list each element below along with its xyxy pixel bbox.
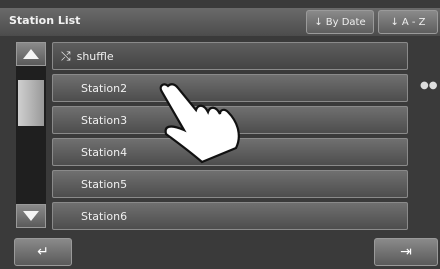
exit-button[interactable]: ⇥	[374, 238, 438, 266]
scroll-up-button[interactable]	[16, 42, 46, 66]
scrollbar-track[interactable]	[16, 42, 46, 228]
station-label: Station2	[81, 81, 128, 95]
station-label: Station4	[81, 145, 128, 159]
triangle-up-icon	[23, 49, 39, 59]
page-title: Station List	[9, 14, 81, 27]
down-arrow-icon: ↓	[314, 16, 323, 28]
sort-by-date-label: By Date	[325, 16, 366, 28]
sort-a-z-label: A - Z	[401, 16, 426, 28]
station-label: Station5	[81, 177, 128, 191]
down-arrow-icon: ↓	[390, 16, 399, 28]
shuffle-icon: ⤭	[61, 48, 71, 63]
return-arrow-icon: ↵	[37, 244, 49, 260]
station-label: Station6	[81, 209, 128, 223]
title-bar: Station List ↓ By Date ↓ A - Z	[0, 8, 440, 36]
scroll-down-button[interactable]	[16, 204, 46, 228]
list-item[interactable]: Station5	[52, 170, 408, 198]
scrollbar-thumb[interactable]	[18, 80, 44, 126]
sort-by-date-button[interactable]: ↓ By Date	[306, 10, 374, 34]
shuffle-label: shuffle	[76, 49, 114, 63]
exit-icon: ⇥	[400, 244, 412, 260]
people-icon: ●●	[420, 80, 438, 91]
station-label: Station3	[81, 113, 128, 127]
touch-hand-icon	[159, 83, 240, 164]
shuffle-button[interactable]: ⤭ shuffle	[52, 42, 408, 70]
list-item[interactable]: Station6	[52, 202, 408, 230]
back-button[interactable]: ↵	[14, 238, 72, 266]
sort-a-z-button[interactable]: ↓ A - Z	[378, 10, 438, 34]
triangle-down-icon	[23, 211, 39, 221]
